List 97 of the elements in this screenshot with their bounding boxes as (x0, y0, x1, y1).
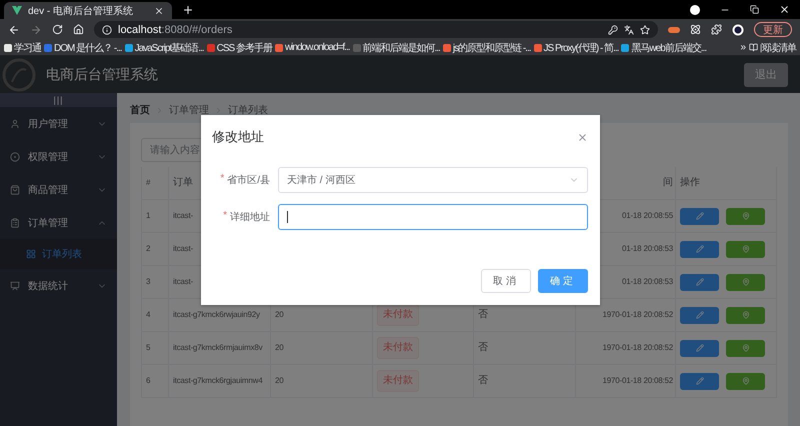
table-cell: 否 (474, 332, 576, 365)
star-icon[interactable] (640, 24, 650, 34)
pin-icon (742, 344, 750, 352)
book-icon (749, 43, 758, 52)
field-label: 省市区/县 (227, 174, 270, 187)
separator-icon (214, 106, 223, 114)
pin-icon (742, 311, 750, 319)
bookmark[interactable]: CSS 参考手册 (206, 40, 272, 54)
key-icon[interactable] (608, 24, 618, 34)
menu-item[interactable]: 订单管理 (0, 206, 117, 239)
table-cell: 6 (142, 365, 169, 398)
edit-button[interactable] (680, 274, 719, 290)
clipboard-icon (10, 218, 20, 228)
close-icon[interactable] (779, 4, 790, 15)
pencil-icon (696, 377, 704, 385)
pin-icon (742, 377, 750, 385)
edit-button[interactable] (680, 208, 719, 224)
back-icon[interactable] (8, 24, 20, 36)
table-header-cell: 操作 (676, 167, 777, 200)
bookmark[interactable]: js的原型和原型链 -... (442, 40, 531, 54)
required-mark: * (220, 173, 224, 186)
dialog-title: 修改地址 (212, 128, 264, 146)
info-icon (102, 24, 112, 34)
table-cell: 1 (142, 200, 169, 233)
edit-button[interactable] (680, 372, 719, 390)
edit-button[interactable] (680, 240, 719, 258)
table-cell: 1970-01-18 20:08:52 (576, 332, 676, 365)
logo-icon (2, 58, 36, 92)
breadcrumb-item[interactable]: 首页 (130, 103, 150, 117)
puzzle-icon[interactable] (711, 24, 722, 35)
table-cell: 4 (142, 299, 169, 332)
table-cell: itcast-g7kmck6rgjauimnw4 (169, 365, 271, 398)
v-logo-icon (12, 6, 22, 15)
profile-icon[interactable] (690, 4, 700, 14)
extension-icon[interactable] (668, 24, 680, 34)
table-cell: 5 (142, 332, 169, 365)
atom-icon[interactable] (690, 24, 701, 35)
pencil-icon (696, 245, 704, 253)
edit-button[interactable] (680, 340, 719, 356)
table-cell: itcast-g7kmck6rmjauimx8v (169, 332, 271, 365)
circle-icon (10, 152, 20, 162)
update-button[interactable]: 更新 (754, 22, 792, 37)
status-tag: 未付款 (377, 337, 419, 359)
table-header-cell: # (142, 167, 169, 200)
pin-icon (742, 212, 750, 220)
bookmark[interactable]: 学习通 (4, 40, 41, 54)
pencil-icon (696, 278, 704, 286)
bag-icon (10, 184, 20, 194)
reload-icon[interactable] (52, 24, 63, 35)
address-bar[interactable]: localhost:8080/#/orders (94, 21, 658, 38)
table-cell: 20 (271, 332, 373, 365)
pencil-icon (696, 212, 704, 220)
table-cell: 2 (142, 233, 169, 266)
edit-button[interactable] (680, 306, 719, 324)
home-icon[interactable] (73, 24, 84, 35)
person-icon (10, 118, 20, 128)
table-cell: 1970-01-18 20:08:52 (576, 365, 676, 398)
app-title: 电商后台管理系统 (46, 66, 158, 84)
board-icon (10, 280, 20, 290)
more-bookmarks[interactable]: » (740, 42, 746, 53)
bookmark[interactable]: DOM 是什么？ -... (44, 40, 122, 54)
cancel-button[interactable]: 取消 (481, 269, 531, 293)
breadcrumb-item: 订单列表 (228, 104, 268, 117)
status-tag: 未付款 (377, 370, 419, 392)
translate-icon[interactable] (624, 24, 634, 34)
collapse-toggle[interactable]: ||| (0, 93, 117, 107)
close-icon[interactable] (154, 6, 164, 16)
menu-item[interactable]: 数据统计 (0, 269, 117, 302)
field-label: 详细地址 (230, 210, 270, 224)
restore-icon[interactable] (750, 5, 759, 14)
pencil-icon (696, 311, 704, 319)
table-cell: 否 (474, 365, 576, 398)
pencil-icon (696, 344, 704, 352)
address-field[interactable] (278, 204, 588, 230)
bookmark[interactable]: JS Proxy(代理) - 简... (534, 40, 618, 54)
new-tab-icon[interactable] (182, 4, 194, 16)
required-mark: * (223, 210, 227, 223)
menu-item[interactable]: 商品管理 (0, 173, 117, 206)
region-select[interactable]: 天津市 / 河西区 (278, 167, 588, 193)
menu-item[interactable]: 权限管理 (0, 140, 117, 173)
status-tag: 未付款 (377, 304, 419, 326)
browser-tab[interactable]: dev - 电商后台管理系统 (4, 2, 172, 19)
grid-icon (26, 249, 36, 259)
pin-icon (742, 245, 750, 253)
reading-list[interactable]: 阅读清单 (749, 40, 796, 54)
avatar-icon[interactable] (732, 24, 744, 36)
table-cell: 20 (271, 365, 373, 398)
bookmark[interactable]: 前端和后端是如何... (352, 40, 440, 54)
bookmark[interactable]: window.onload=f... (274, 42, 350, 53)
menu-item[interactable]: 用户管理 (0, 107, 117, 140)
bookmark[interactable]: 黑马web前后端交... (621, 40, 706, 54)
close-button[interactable] (577, 132, 588, 142)
pin-icon (742, 278, 750, 286)
forward-icon[interactable] (30, 24, 42, 36)
table-cell: 3 (142, 266, 169, 299)
bookmark[interactable]: JavaScript基础语... (124, 40, 204, 54)
text-cursor (287, 211, 288, 223)
